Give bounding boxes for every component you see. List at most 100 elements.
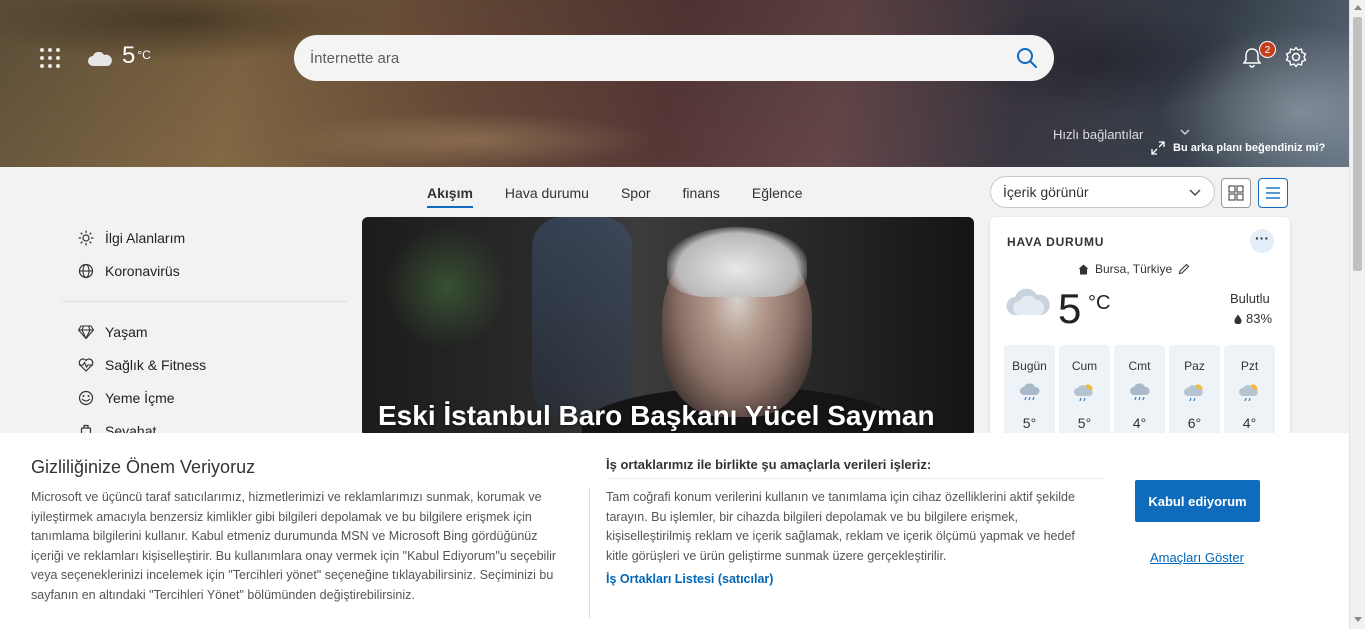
cloud-icon xyxy=(88,52,112,66)
forecast-temp: 4° xyxy=(1132,415,1147,431)
tab-hava-durumu[interactable]: Hava durumu xyxy=(505,185,589,208)
sidebar-item-yeme-icme[interactable]: Yeme İçme xyxy=(62,381,347,414)
forecast-day-label: Cum xyxy=(1071,359,1098,373)
news-image-background xyxy=(382,227,512,347)
search-input[interactable]: İnternette ara xyxy=(310,50,1016,67)
forecast-day[interactable]: Paz 6° xyxy=(1169,345,1220,445)
tab-spor[interactable]: Spor xyxy=(621,185,651,208)
background-feedback[interactable]: Bu arka planı beğendiniz mi? xyxy=(1151,141,1325,155)
sidebar-item-label: Yaşam xyxy=(105,323,148,340)
globe-icon xyxy=(78,263,94,278)
background-feedback-label: Bu arka planı beğendiniz mi? xyxy=(1173,142,1326,154)
sun-cloud-rain-icon xyxy=(1073,384,1093,402)
weather-temperature-unit: °C xyxy=(1088,292,1111,314)
weather-condition: Bulutlu xyxy=(1230,291,1270,306)
weather-location-label: Bursa, Türkiye xyxy=(1095,262,1173,276)
featured-news-card[interactable]: Eski İstanbul Baro Başkanı Yücel Sayman xyxy=(362,217,974,437)
list-layout-icon xyxy=(1266,187,1280,199)
weather-card-title: HAVA DURUMU xyxy=(1007,235,1105,249)
scrollbar-thumb[interactable] xyxy=(1353,17,1362,271)
forecast-day-label: Pzt xyxy=(1240,359,1259,373)
forecast-temp: 6° xyxy=(1187,415,1202,431)
food-icon xyxy=(78,390,94,405)
scroll-up-arrow-icon[interactable] xyxy=(1354,5,1362,10)
consent-purposes-body: Tam coğrafi konum verilerini kullanın ve… xyxy=(606,490,1075,563)
sun-icon xyxy=(78,230,94,245)
sun-cloud-rain-icon xyxy=(1238,384,1258,402)
sidebar-divider xyxy=(62,301,347,302)
list-view-button[interactable] xyxy=(1258,178,1288,208)
rain-cloud-icon xyxy=(1019,383,1040,401)
news-image-background xyxy=(532,217,632,417)
consent-divider xyxy=(589,488,590,618)
partners-list-link[interactable]: İş Ortakları Listesi (satıcılar) xyxy=(606,572,773,586)
weather-card[interactable]: HAVA DURUMU ··· Bursa, Türkiye 5 °C Bulu… xyxy=(990,217,1290,447)
header-weather[interactable]: 5 °C xyxy=(88,42,151,70)
page-scrollbar[interactable] xyxy=(1349,0,1365,629)
consent-title: Gizliliğinize Önem Veriyoruz xyxy=(31,457,256,477)
more-options-button[interactable]: ··· xyxy=(1250,229,1274,253)
forecast-day[interactable]: Bugün 5° xyxy=(1004,345,1055,445)
app-launcher-icon[interactable] xyxy=(40,48,60,68)
weather-forecast: Bugün 5° Cum 5° Cmt 4° Paz 6° Pzt 4° xyxy=(1004,345,1275,445)
search-icon[interactable] xyxy=(1016,47,1038,69)
consent-body: Microsoft ve üçüncü taraf satıcılarımız,… xyxy=(31,490,557,602)
tab-eglence[interactable]: Eğlence xyxy=(752,185,803,208)
sidebar-item-saglik-fitness[interactable]: Sağlık & Fitness xyxy=(62,348,347,381)
consent-purposes-divider xyxy=(606,478,1106,479)
notification-count-badge: 2 xyxy=(1259,41,1276,58)
hero-background: 5 °C İnternette ara 2 Hızlı bağlantılar … xyxy=(0,0,1349,167)
weather-location[interactable]: Bursa, Türkiye xyxy=(1078,262,1190,276)
show-purposes-link[interactable]: Amaçları Göster xyxy=(1150,550,1244,565)
sidebar-item-label: İlgi Alanlarım xyxy=(105,229,186,246)
forecast-day-label: Bugün xyxy=(1012,359,1047,373)
scroll-down-arrow-icon[interactable] xyxy=(1354,617,1362,622)
content-visibility-value: İçerik görünür xyxy=(1003,184,1089,200)
forecast-day-label: Paz xyxy=(1184,359,1205,373)
sidebar-item-yasam[interactable]: Yaşam xyxy=(62,315,347,348)
weather-humidity: 83% xyxy=(1234,311,1272,326)
cloudy-weather-icon xyxy=(1006,288,1050,316)
accept-button[interactable]: Kabul ediyorum xyxy=(1135,480,1260,522)
forecast-day[interactable]: Pzt 4° xyxy=(1224,345,1275,445)
forecast-day[interactable]: Cmt 4° xyxy=(1114,345,1165,445)
heart-pulse-icon xyxy=(78,357,94,372)
forecast-day-label: Cmt xyxy=(1128,359,1151,373)
tab-akisim[interactable]: Akışım xyxy=(427,185,473,208)
settings-gear-icon[interactable] xyxy=(1285,46,1307,68)
forecast-temp: 4° xyxy=(1242,415,1257,431)
forecast-temp: 5° xyxy=(1022,415,1037,431)
grid-layout-icon xyxy=(1228,185,1244,201)
sidebar-item-label: Koronavirüs xyxy=(105,262,180,279)
forecast-temp: 5° xyxy=(1077,415,1092,431)
quick-links-toggle[interactable]: Hızlı bağlantılar xyxy=(1053,127,1143,142)
sidebar-nav: İlgi Alanlarım Koronavirüs Yaşam Sağlık … xyxy=(62,221,347,447)
sidebar-item-label: Sağlık & Fitness xyxy=(105,356,207,373)
expand-icon xyxy=(1151,141,1165,155)
weather-humidity-value: 83% xyxy=(1246,311,1273,326)
home-icon xyxy=(1078,264,1089,274)
tab-finans[interactable]: finans xyxy=(683,185,720,208)
search-bar[interactable]: İnternette ara xyxy=(294,35,1054,81)
content-visibility-select[interactable]: İçerik görünür xyxy=(990,176,1215,208)
water-drop-icon xyxy=(1234,314,1242,324)
grid-view-button[interactable] xyxy=(1221,178,1251,208)
sun-cloud-rain-icon xyxy=(1183,384,1203,402)
forecast-day[interactable]: Cum 5° xyxy=(1059,345,1110,445)
news-headline[interactable]: Eski İstanbul Baro Başkanı Yücel Sayman xyxy=(378,400,935,432)
consent-purposes-title: İş ortaklarımız ile birlikte şu amaçlarl… xyxy=(606,457,932,472)
cookie-consent-banner: Gizliliğinize Önem Veriyoruz Microsoft v… xyxy=(0,433,1349,629)
edit-pencil-icon[interactable] xyxy=(1178,263,1190,275)
feed-tabs: Akışım Hava durumu Spor finans Eğlence xyxy=(427,185,803,208)
news-image-hair xyxy=(667,227,807,297)
sidebar-item-label: Yeme İçme xyxy=(105,389,175,406)
sidebar-item-koronavirus[interactable]: Koronavirüs xyxy=(62,254,347,287)
chevron-down-icon[interactable] xyxy=(1179,126,1191,138)
rain-cloud-icon xyxy=(1129,383,1150,401)
chevron-down-icon xyxy=(1189,189,1201,196)
sidebar-item-ilgi-alanlarim[interactable]: İlgi Alanlarım xyxy=(62,221,347,254)
weather-temperature: 5 xyxy=(1058,285,1082,332)
header-temperature: 5 xyxy=(122,42,136,69)
header-temperature-unit: °C xyxy=(137,48,151,62)
diamond-icon xyxy=(78,324,94,339)
